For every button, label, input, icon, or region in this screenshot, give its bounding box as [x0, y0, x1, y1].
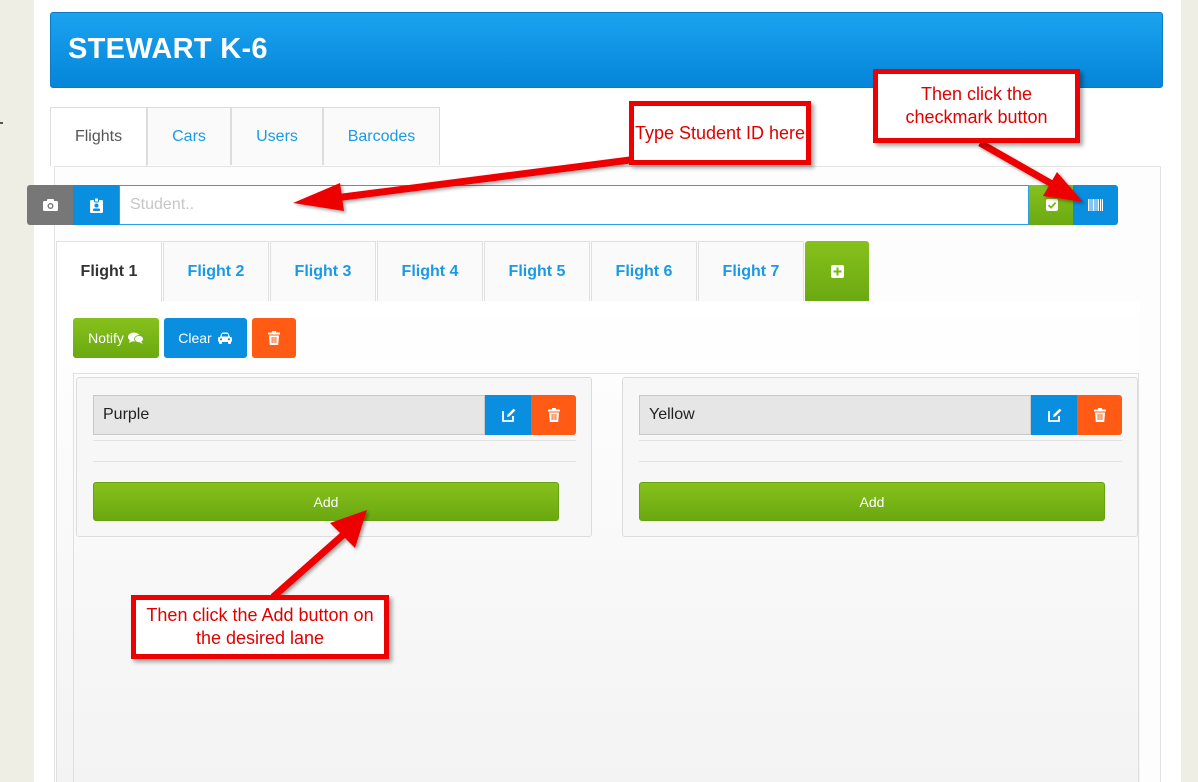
flight-tabs-area: Flight 1 Flight 2 Flight 3 Flight 4 Flig…	[56, 241, 1056, 302]
add-flight-button[interactable]	[805, 241, 869, 301]
student-scan-row	[27, 185, 1118, 225]
barcode-button[interactable]	[1073, 185, 1118, 225]
main-tabs: Flights Cars Users Barcodes	[50, 107, 440, 166]
tab-barcodes[interactable]: Barcodes	[323, 107, 440, 165]
id-badge-icon	[89, 197, 103, 213]
school-title: STEWART K-6	[68, 33, 268, 65]
notify-button[interactable]: Notify	[73, 318, 159, 358]
edit-icon	[501, 408, 515, 422]
callout-type-student-id: Type Student ID here	[629, 101, 811, 165]
comments-icon	[127, 332, 144, 344]
trash-icon	[268, 331, 280, 345]
delete-flight-button[interactable]	[252, 318, 296, 358]
flight-tab-7[interactable]: Flight 7	[698, 241, 804, 301]
edit-lane-button[interactable]	[1031, 395, 1078, 435]
page-edge-mark	[0, 122, 3, 124]
clear-label: Clear	[178, 330, 212, 346]
lane-divider	[639, 461, 1122, 462]
tab-flights[interactable]: Flights	[50, 107, 147, 166]
camera-button[interactable]	[27, 185, 73, 225]
camera-icon	[42, 199, 58, 211]
flight-tab-1[interactable]: Flight 1	[56, 241, 162, 302]
flight-tab-5[interactable]: Flight 5	[484, 241, 590, 301]
lane-add-button[interactable]: Add	[639, 482, 1105, 521]
lane-divider	[639, 440, 1122, 441]
edit-icon	[1047, 408, 1061, 422]
callout-click-add: Then click the Add button on the desired…	[131, 595, 389, 659]
tab-users[interactable]: Users	[231, 107, 323, 165]
flight-tab-2[interactable]: Flight 2	[163, 241, 269, 301]
tab-cars[interactable]: Cars	[147, 107, 231, 165]
trash-icon	[1093, 408, 1106, 422]
delete-lane-button[interactable]	[1077, 395, 1122, 435]
barcode-icon	[1088, 199, 1103, 211]
student-id-input[interactable]	[119, 185, 1029, 225]
lane-name-field[interactable]: Yellow	[639, 395, 1031, 435]
lane-divider	[93, 461, 576, 462]
lane-card-purple: Purple Add	[76, 377, 592, 537]
flight-tab-3[interactable]: Flight 3	[270, 241, 376, 301]
flight-tabs: Flight 1 Flight 2 Flight 3 Flight 4 Flig…	[56, 241, 1056, 302]
trash-icon	[547, 408, 560, 422]
lane-add-button[interactable]: Add	[93, 482, 559, 521]
flight-tab-4[interactable]: Flight 4	[377, 241, 483, 301]
delete-lane-button[interactable]	[531, 395, 576, 435]
checkmark-submit-button[interactable]	[1029, 185, 1074, 225]
id-badge-button[interactable]	[73, 185, 119, 225]
flight-tab-6[interactable]: Flight 6	[591, 241, 697, 301]
lane-card-yellow: Yellow Add	[622, 377, 1138, 537]
lane-divider	[93, 440, 576, 441]
lane-name-field[interactable]: Purple	[93, 395, 485, 435]
notify-label: Notify	[88, 330, 124, 346]
car-icon	[217, 332, 232, 344]
check-square-icon	[1045, 199, 1058, 211]
callout-click-checkmark: Then click the checkmark button	[873, 69, 1080, 143]
edit-lane-button[interactable]	[485, 395, 532, 435]
plus-square-icon	[830, 264, 844, 278]
clear-button[interactable]: Clear	[164, 318, 247, 358]
